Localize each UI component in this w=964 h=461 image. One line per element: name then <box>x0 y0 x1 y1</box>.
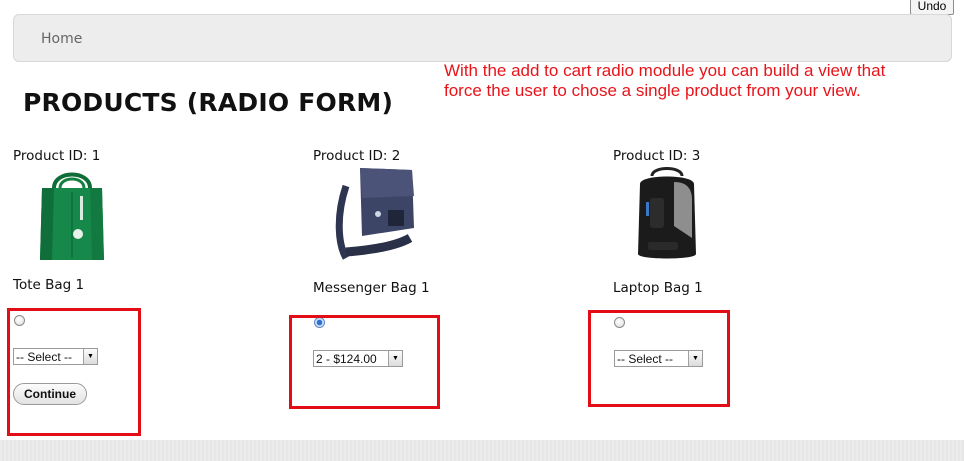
annotation-note: With the add to cart radio module you ca… <box>444 61 886 100</box>
messenger-bag-image <box>335 168 414 260</box>
nav-home-link[interactable]: Home <box>41 31 82 47</box>
undo-button[interactable]: Undo <box>910 0 954 15</box>
product-name: Messenger Bag 1 <box>313 280 430 296</box>
highlight-box <box>7 308 141 436</box>
footer-band <box>0 440 964 461</box>
page-title: PRODUCTS (RADIO FORM) <box>23 88 394 117</box>
product-name: Laptop Bag 1 <box>613 280 703 296</box>
highlight-box <box>289 315 440 409</box>
laptop-backpack-image <box>638 167 696 259</box>
product-id: Product ID: 2 <box>313 148 401 164</box>
product-id: Product ID: 3 <box>613 148 701 164</box>
navbar: Home <box>13 14 952 62</box>
product-id: Product ID: 1 <box>13 148 101 164</box>
product-name: Tote Bag 1 <box>13 277 85 293</box>
highlight-box <box>588 310 730 407</box>
tote-bag-image <box>40 172 104 260</box>
